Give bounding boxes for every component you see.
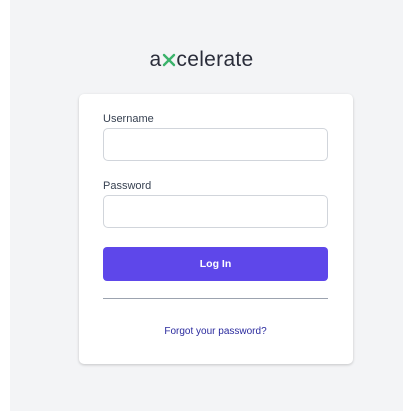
username-label: Username bbox=[103, 113, 154, 125]
logo-text-suffix: celerate bbox=[176, 48, 254, 71]
logo-x-icon bbox=[162, 53, 176, 67]
password-label: Password bbox=[103, 180, 152, 192]
login-card: Username Password Log In Forgot your pas… bbox=[79, 94, 353, 364]
logo-text-prefix: a bbox=[149, 48, 162, 71]
login-button[interactable]: Log In bbox=[103, 247, 328, 281]
password-input[interactable] bbox=[103, 195, 328, 228]
forgot-password-link[interactable]: Forgot your password? bbox=[103, 326, 328, 338]
divider bbox=[103, 298, 328, 299]
brand-logo: a celerate bbox=[0, 46, 403, 74]
username-input[interactable] bbox=[103, 128, 328, 161]
